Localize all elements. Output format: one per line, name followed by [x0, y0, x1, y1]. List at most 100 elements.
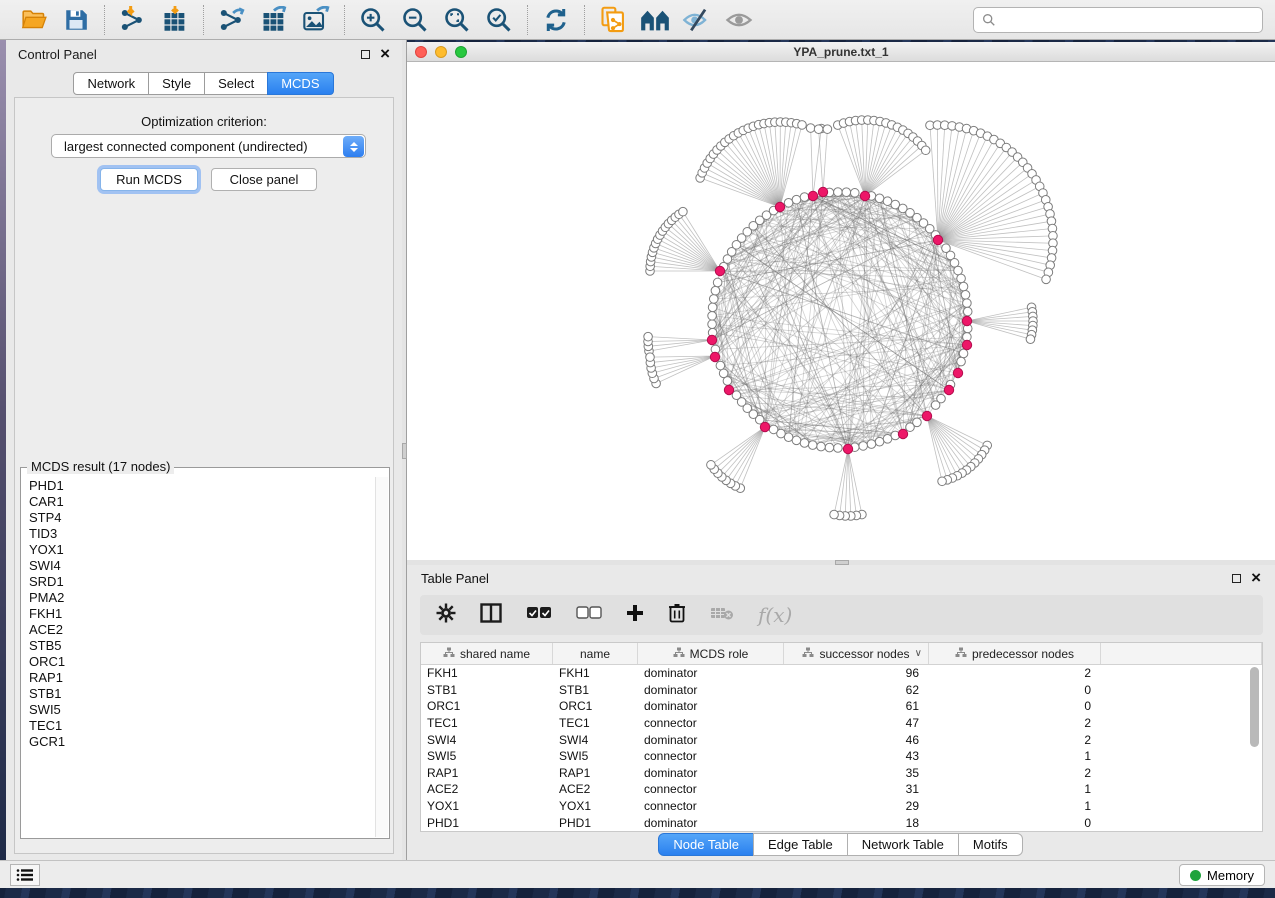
toolbar-separator: [344, 5, 345, 35]
mcds-result-item[interactable]: FKH1: [29, 606, 373, 622]
table-row[interactable]: ACE2ACE2connector 311: [421, 781, 1262, 798]
export-network-button[interactable]: [214, 4, 250, 36]
table-row[interactable]: TEC1TEC1connector 472: [421, 715, 1262, 732]
table-header-row: shared namenameMCDS rolesuccessor nodes∨…: [421, 643, 1262, 665]
optimization-criterion-select[interactable]: largest connected component (undirected): [51, 134, 366, 158]
tab-network-table[interactable]: Network Table: [847, 833, 959, 856]
mcds-result-item[interactable]: GCR1: [29, 734, 373, 750]
tab-select[interactable]: Select: [204, 72, 268, 95]
zoom-in-icon: [359, 6, 387, 34]
duplicate-network-button[interactable]: [595, 4, 631, 36]
table-column-icon: [443, 647, 455, 661]
split-panel-button[interactable]: [480, 603, 502, 628]
status-list-button[interactable]: [10, 864, 40, 886]
mcds-result-item[interactable]: STB5: [29, 638, 373, 654]
gear-button[interactable]: [436, 603, 456, 628]
column-header-successor-nodes[interactable]: successor nodes∨: [784, 643, 929, 664]
table-row[interactable]: PHD1PHD1dominator 180: [421, 814, 1262, 831]
column-header-name[interactable]: name: [553, 643, 638, 664]
toolbar-group: [206, 4, 342, 36]
network-canvas[interactable]: [407, 62, 1275, 560]
run-mcds-button[interactable]: Run MCDS: [100, 168, 198, 191]
table-panel-tabs: Node TableEdge TableNetwork TableMotifs: [407, 833, 1275, 856]
tab-node-table[interactable]: Node Table: [658, 833, 754, 856]
mcds-result-item[interactable]: ORC1: [29, 654, 373, 670]
column-header-MCDS-role[interactable]: MCDS role: [638, 643, 784, 664]
zoom-in-button[interactable]: [355, 4, 391, 36]
import-table-button[interactable]: [157, 4, 193, 36]
mcds-result-item[interactable]: RAP1: [29, 670, 373, 686]
network-window: YPA_prune.txt_1: [407, 40, 1275, 560]
select-all-icon: [526, 606, 552, 625]
open-file-button[interactable]: [16, 4, 52, 36]
mcds-result-item[interactable]: STB1: [29, 686, 373, 702]
table-row[interactable]: ORC1ORC1dominator 610: [421, 698, 1262, 715]
delete-column-button[interactable]: [668, 603, 686, 628]
mcds-result-list[interactable]: PHD1CAR1STP4TID3YOX1SWI4SRD1PMA2FKH1ACE2…: [23, 478, 373, 836]
table-row[interactable]: YOX1YOX1connector 291: [421, 798, 1262, 815]
mcds-result-item[interactable]: TID3: [29, 526, 373, 542]
table-row[interactable]: STB1STB1dominator 620: [421, 682, 1262, 699]
refresh-button[interactable]: [538, 4, 574, 36]
memory-status-icon: [1190, 870, 1201, 881]
toolbar-group: [530, 4, 582, 36]
search-box[interactable]: [973, 7, 1263, 33]
table-scrollbar[interactable]: [1249, 667, 1260, 828]
show-all-button[interactable]: [721, 4, 757, 36]
export-image-button[interactable]: [298, 4, 334, 36]
close-panel-icon[interactable]: ×: [380, 49, 390, 59]
hide-selected-icon: [682, 7, 712, 33]
mcds-result-item[interactable]: SWI5: [29, 702, 373, 718]
memory-button[interactable]: Memory: [1179, 864, 1265, 886]
mcds-result-item[interactable]: ACE2: [29, 622, 373, 638]
network-window-titlebar[interactable]: YPA_prune.txt_1: [407, 42, 1275, 62]
delete-table-button[interactable]: [710, 605, 734, 626]
control-panel-tabs: NetworkStyleSelectMCDS: [6, 72, 402, 95]
mcds-result-item[interactable]: YOX1: [29, 542, 373, 558]
tab-edge-table[interactable]: Edge Table: [753, 833, 848, 856]
zoom-selected-button[interactable]: [481, 4, 517, 36]
close-panel-button[interactable]: Close panel: [211, 168, 317, 191]
node-table[interactable]: shared namenameMCDS rolesuccessor nodes∨…: [420, 642, 1263, 832]
zoom-out-button[interactable]: [397, 4, 433, 36]
mcds-result-item[interactable]: CAR1: [29, 494, 373, 510]
tab-network[interactable]: Network: [73, 72, 149, 95]
deselect-all-icon: [576, 606, 602, 625]
first-neighbors-button[interactable]: [637, 4, 673, 36]
table-row[interactable]: RAP1RAP1dominator 352: [421, 765, 1262, 782]
mcds-result-item[interactable]: PMA2: [29, 590, 373, 606]
status-bar: Memory: [0, 860, 1275, 888]
tab-style[interactable]: Style: [148, 72, 205, 95]
deselect-all-button[interactable]: [576, 606, 602, 625]
save-session-button[interactable]: [58, 4, 94, 36]
mcds-result-item[interactable]: TEC1: [29, 718, 373, 734]
float-table-panel-icon[interactable]: [1232, 574, 1241, 583]
add-column-button[interactable]: [626, 604, 644, 627]
mcds-result-item[interactable]: PHD1: [29, 478, 373, 494]
table-scrollbar-thumb[interactable]: [1250, 667, 1259, 747]
float-panel-icon[interactable]: [361, 50, 370, 59]
mcds-result-item[interactable]: SRD1: [29, 574, 373, 590]
tab-mcds[interactable]: MCDS: [267, 72, 333, 95]
tab-motifs[interactable]: Motifs: [958, 833, 1023, 856]
mcds-result-item[interactable]: STP4: [29, 510, 373, 526]
table-column-icon: [673, 647, 685, 661]
delete-column-icon: [668, 603, 686, 628]
column-header-predecessor-nodes[interactable]: predecessor nodes: [929, 643, 1101, 664]
table-row[interactable]: FKH1FKH1dominator 962: [421, 665, 1262, 682]
search-input[interactable]: [1002, 13, 1254, 28]
import-network-button[interactable]: [115, 4, 151, 36]
table-row[interactable]: SWI5SWI5connector 431: [421, 748, 1262, 765]
close-table-panel-icon[interactable]: ×: [1251, 573, 1261, 583]
table-column-icon: [955, 647, 967, 661]
column-header-shared-name[interactable]: shared name: [421, 643, 553, 664]
export-table-button[interactable]: [256, 4, 292, 36]
mcds-result-item[interactable]: SWI4: [29, 558, 373, 574]
table-row[interactable]: SWI4SWI4dominator 462: [421, 731, 1262, 748]
select-all-button[interactable]: [526, 606, 552, 625]
list-icon: [16, 868, 34, 882]
zoom-fit-button[interactable]: [439, 4, 475, 36]
mcds-result-scrollbar[interactable]: [375, 477, 388, 837]
function-builder-button[interactable]: f(x): [758, 603, 792, 627]
hide-selected-button[interactable]: [679, 4, 715, 36]
